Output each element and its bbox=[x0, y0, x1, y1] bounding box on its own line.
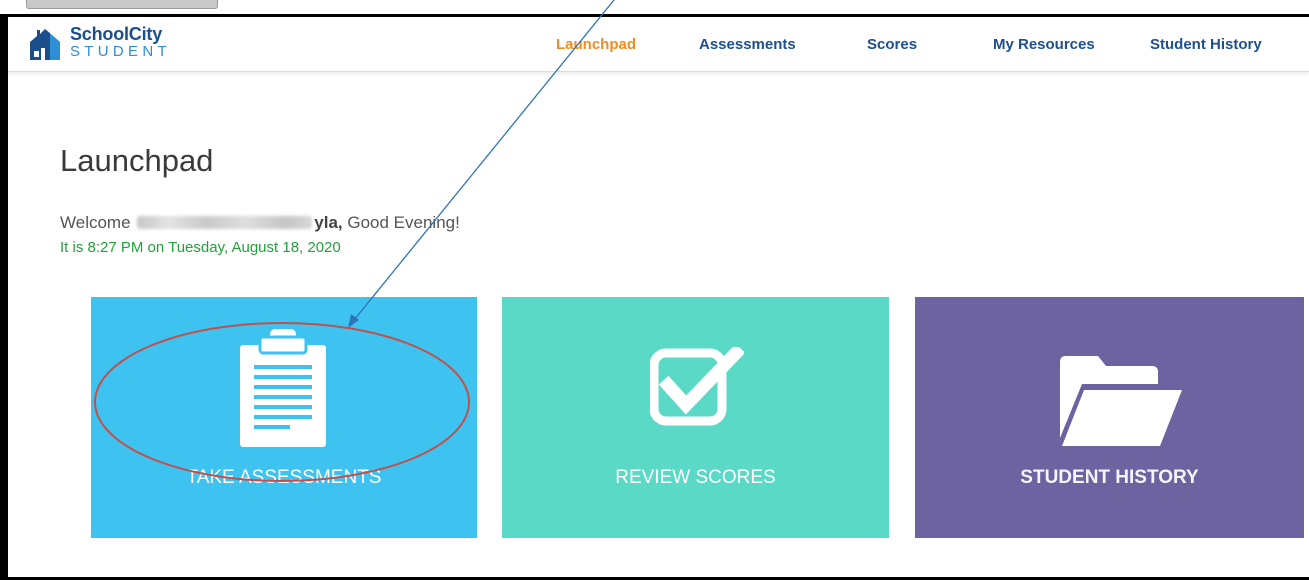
page-title: Launchpad bbox=[60, 143, 214, 178]
folder-icon bbox=[1060, 356, 1182, 446]
redacted-name bbox=[137, 216, 313, 229]
welcome-name: yla, bbox=[314, 213, 343, 232]
nav-my-resources[interactable]: My Resources bbox=[993, 36, 1095, 53]
clipboard-icon bbox=[240, 329, 326, 447]
school-building-icon bbox=[30, 29, 60, 60]
nav-student-history[interactable]: Student History bbox=[1150, 36, 1262, 53]
student-history-tile[interactable]: STUDENT HISTORY bbox=[915, 297, 1304, 538]
nav-launchpad[interactable]: Launchpad bbox=[556, 36, 636, 53]
checkbox-icon bbox=[650, 347, 744, 426]
logo-text-student: STUDENT bbox=[70, 43, 171, 60]
welcome-prefix: Welcome bbox=[60, 213, 131, 232]
take-assessments-label: TAKE ASSESSMENTS bbox=[186, 467, 382, 488]
take-assessments-tile[interactable]: TAKE ASSESSMENTS bbox=[91, 297, 477, 538]
welcome-message: Welcome yla, Good Evening! bbox=[60, 213, 460, 233]
app-header: SchoolCity STUDENT Launchpad Assessments… bbox=[8, 17, 1309, 72]
browser-tab-fragment bbox=[26, 0, 218, 9]
review-scores-tile[interactable]: REVIEW SCORES bbox=[502, 297, 889, 538]
welcome-greeting: Good Evening! bbox=[347, 213, 460, 232]
nav-scores[interactable]: Scores bbox=[867, 36, 917, 53]
logo-text-schoolcity: SchoolCity bbox=[70, 24, 163, 44]
review-scores-label: REVIEW SCORES bbox=[615, 467, 776, 488]
nav-assessments[interactable]: Assessments bbox=[699, 36, 796, 53]
current-time-text: It is 8:27 PM on Tuesday, August 18, 202… bbox=[60, 239, 341, 256]
student-history-label: STUDENT HISTORY bbox=[1020, 467, 1199, 488]
